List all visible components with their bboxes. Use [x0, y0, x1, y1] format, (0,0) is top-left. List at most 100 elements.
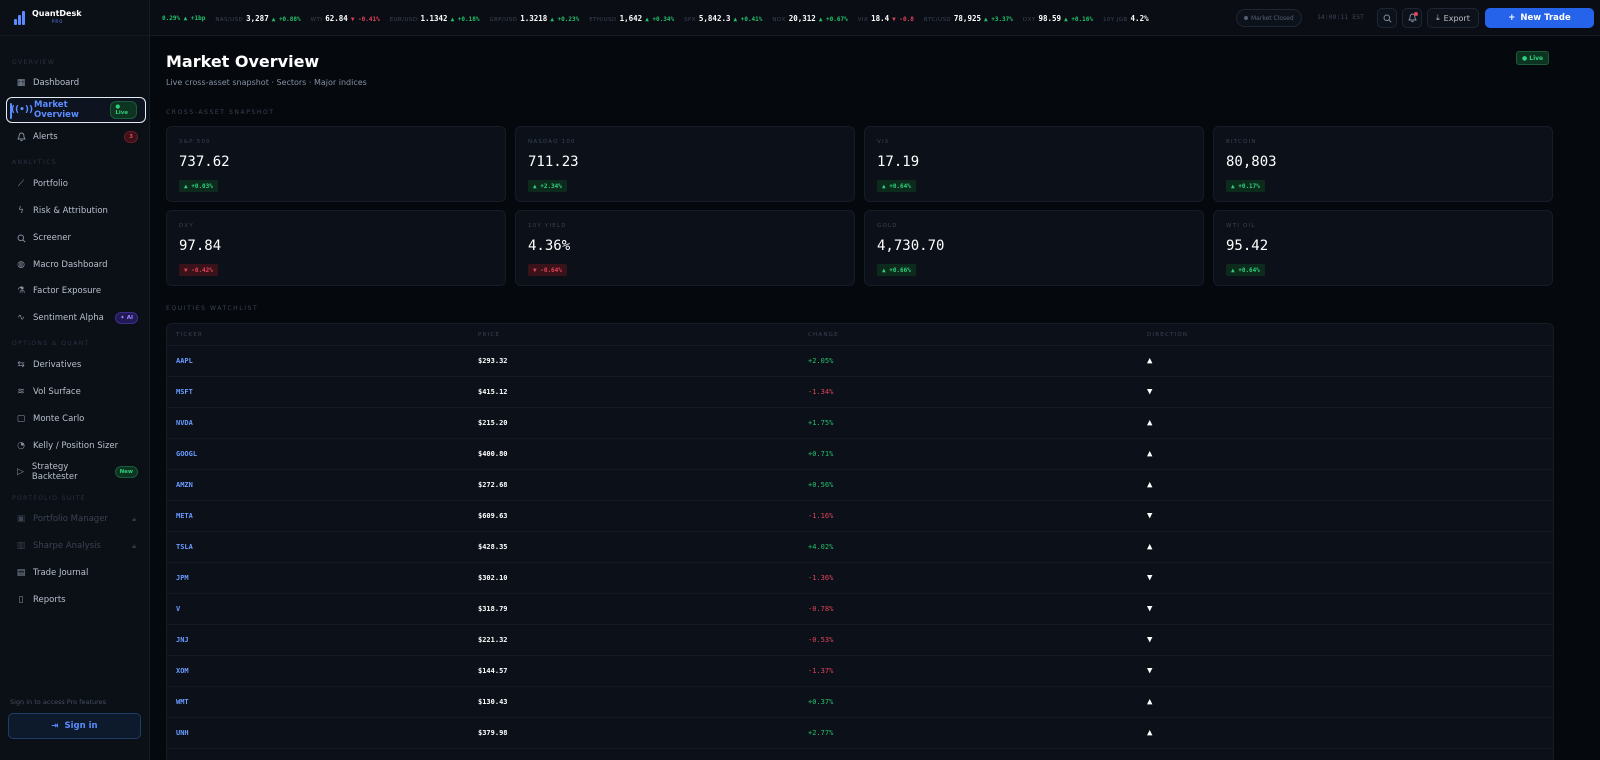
ticker-item[interactable]: EUR/USD 1.1342 ▲ +0.18%: [390, 14, 480, 23]
sidebar-item-label: Dashboard: [33, 78, 80, 88]
ticker-item[interactable]: ETH/USD 1,642 ▲ +0.34%: [589, 14, 674, 23]
column-header-ticker[interactable]: Ticker: [167, 332, 478, 338]
arrow-up-icon: ▲: [1147, 697, 1153, 707]
ticker-item[interactable]: DXY 98.59 ▲ +0.16%: [1023, 14, 1093, 23]
ticker-cell[interactable]: GOOGL: [167, 450, 478, 458]
sidebar-item-dashboard[interactable]: ▦ Dashboard: [6, 70, 146, 96]
column-header-change[interactable]: Change: [808, 332, 1147, 338]
sidebar-item-portfolio[interactable]: ⟋ Portfolio: [6, 171, 146, 197]
sliders-icon: ⇆: [17, 360, 25, 370]
section-label-overview: Overview: [12, 59, 56, 66]
ticker-symbol: ETH/USD: [589, 16, 617, 23]
sidebar-item-screener[interactable]: Screener: [6, 225, 146, 251]
card-label: NASDAQ 100: [528, 139, 576, 145]
sidebar-item-label: Kelly / Position Sizer: [33, 441, 119, 451]
table-row[interactable]: MSFT $415.12 -1.34% ▼: [167, 377, 1553, 408]
ticker-item[interactable]: GBP/USD 1.3218 ▲ +0.23%: [489, 14, 579, 23]
sidebar-item-factor-exposure[interactable]: ⚗ Factor Exposure: [6, 278, 146, 304]
ticker-cell[interactable]: MSFT: [167, 388, 478, 396]
table-row[interactable]: XOM $144.57 -1.37% ▼: [167, 656, 1553, 687]
sidebar-item-vol-surface[interactable]: ≋ Vol Surface: [6, 379, 146, 405]
snapshot-card[interactable]: NASDAQ 100 711.23 ▲ +2.34%: [515, 126, 855, 202]
sidebar-item-reports[interactable]: ▯ Reports: [6, 587, 146, 613]
table-row[interactable]: V $318.79 -0.78% ▼: [167, 594, 1553, 625]
table-row[interactable]: WMT $130.43 +0.37% ▲: [167, 687, 1553, 718]
ticker-item[interactable]: WTI 62.84 ▼ -0.41%: [311, 14, 380, 23]
ticker-cell[interactable]: TSLA: [167, 543, 478, 551]
table-row[interactable]: JNJ $221.32 -0.53% ▼: [167, 625, 1553, 656]
ticker-change: ▲ +0.88%: [271, 15, 301, 23]
ticker-cell[interactable]: V: [167, 605, 478, 613]
new-trade-button[interactable]: + New Trade: [1485, 8, 1594, 28]
main-content: Market Overview Live cross-asset snapsho…: [150, 36, 1600, 760]
ticker-cell[interactable]: WMT: [167, 698, 478, 706]
snapshot-card[interactable]: Gold 4,730.70 ▲ +0.66%: [864, 210, 1204, 286]
ticker-change: ▼ -0.8: [892, 15, 914, 23]
ticker-item[interactable]: BTC/USD 78,925 ▲ +3.37%: [924, 14, 1013, 23]
table-row[interactable]: META $609.63 -1.16% ▼: [167, 501, 1553, 532]
table-row[interactable]: AAPL $293.32 +2.05% ▲: [167, 346, 1553, 377]
flask-icon: ⚗: [16, 286, 26, 296]
table-row[interactable]: UNH $379.98 +2.77% ▲: [167, 718, 1553, 749]
table-row[interactable]: JPM $302.10 -1.36% ▼: [167, 563, 1553, 594]
change-cell: -0.78%: [808, 605, 834, 613]
sidebar-item-alerts[interactable]: Alerts 3: [6, 124, 146, 150]
table-row[interactable]: TSLA $428.35 +4.02% ▲: [167, 532, 1553, 563]
trend-line-icon: ⟋: [17, 179, 25, 189]
chart-icon: ▥: [16, 541, 26, 551]
price-cell: $318.79: [478, 605, 508, 613]
price-cell: $221.32: [478, 636, 508, 644]
sidebar-item-label: Portfolio Manager: [33, 514, 108, 524]
table-row[interactable]: NVDA $215.20 +1.75% ▲: [167, 408, 1553, 439]
sidebar-item-monte-carlo[interactable]: ▢ Monte Carlo: [6, 406, 146, 432]
snapshot-card[interactable]: VIX 17.19 ▲ +0.64%: [864, 126, 1204, 202]
snapshot-card[interactable]: WTI Oil 95.42 ▲ +0.64%: [1213, 210, 1553, 286]
sidebar-item-risk-attribution[interactable]: ϟ Risk & Attribution: [6, 198, 146, 224]
search-button[interactable]: [1377, 8, 1397, 28]
change-cell: -1.36%: [808, 574, 834, 582]
ticker-cell[interactable]: JPM: [167, 574, 478, 582]
snapshot-card[interactable]: 10Y Yield 4.36% ▼ -0.64%: [515, 210, 855, 286]
ticker-cell[interactable]: AMZN: [167, 481, 478, 489]
export-button[interactable]: ⤓ Export: [1427, 8, 1479, 28]
snapshot-card[interactable]: DXY 97.84 ▼ -0.42%: [166, 210, 506, 286]
ticker-cell[interactable]: XOM: [167, 667, 478, 675]
ticker-cell[interactable]: AAPL: [167, 357, 478, 365]
sidebar-item-portfolio-manager[interactable]: ▣ Portfolio Manager 🔒︎: [6, 506, 146, 532]
brand[interactable]: QuantDesk PRO: [0, 0, 149, 36]
ticker-cell[interactable]: META: [167, 512, 478, 520]
sidebar-item-strategy-backtester[interactable]: ▷ Strategy Backtester New: [6, 459, 146, 485]
sidebar-item-macro-dashboard[interactable]: ◍ Macro Dashboard: [6, 252, 146, 278]
document-icon: ▯: [18, 595, 24, 605]
brand-tier: PRO: [52, 18, 64, 24]
signin-button[interactable]: ⇥ Sign in: [8, 713, 141, 739]
sidebar-item-kelly-position-sizer[interactable]: ◔ Kelly / Position Sizer: [6, 433, 146, 459]
ticker-change: ▼ -0.41%: [350, 15, 380, 23]
notifications-button[interactable]: [1402, 8, 1422, 28]
ticker-item[interactable]: 10Y JGB 4.2%: [1103, 14, 1152, 23]
table-row[interactable]: GOOGL $400.80 +0.71% ▲: [167, 439, 1553, 470]
ticker-cell[interactable]: JNJ: [167, 636, 478, 644]
ticker-item[interactable]: VIX 18.4 ▼ -0.8: [858, 14, 914, 23]
sidebar-item-market-overview[interactable]: ((•)) Market Overview ● Live: [6, 97, 146, 123]
column-header-price[interactable]: Price: [478, 332, 808, 338]
change-cell: +0.56%: [808, 481, 834, 489]
card-change-badge: ▲ +0.66%: [877, 264, 916, 276]
brand-logo-icon: [14, 10, 26, 25]
sidebar-item-sentiment-alpha[interactable]: ∿ Sentiment Alpha ✦ AI: [6, 305, 146, 331]
snapshot-card[interactable]: Bitcoin 80,803 ▲ +0.17%: [1213, 126, 1553, 202]
sidebar-item-sharpe-analysis[interactable]: ▥ Sharpe Analysis 🔒︎: [6, 533, 146, 559]
card-label: Bitcoin: [1226, 139, 1257, 145]
ticker-item[interactable]: SPX 5,842.3 ▲ +0.41%: [684, 14, 762, 23]
sidebar-item-trade-journal[interactable]: ▤ Trade Journal: [6, 560, 146, 586]
ticker-item[interactable]: NDX 20,312 ▲ +0.67%: [772, 14, 847, 23]
column-header-direction[interactable]: Direction: [1147, 332, 1447, 338]
ticker-cell[interactable]: UNH: [167, 729, 478, 737]
sidebar-item-derivatives[interactable]: ⇆ Derivatives: [6, 352, 146, 378]
snapshot-card[interactable]: S&P 500 737.62 ▲ +0.03%: [166, 126, 506, 202]
ticker-price: 1,642: [619, 13, 643, 23]
ticker-item[interactable]: NAS/USD 3,287 ▲ +0.88%: [215, 14, 300, 23]
ticker-cell[interactable]: NVDA: [167, 419, 478, 427]
ticker-item[interactable]: 0.29% ▲ +1bp: [156, 15, 205, 22]
table-row[interactable]: AMZN $272.68 +0.56% ▲: [167, 470, 1553, 501]
